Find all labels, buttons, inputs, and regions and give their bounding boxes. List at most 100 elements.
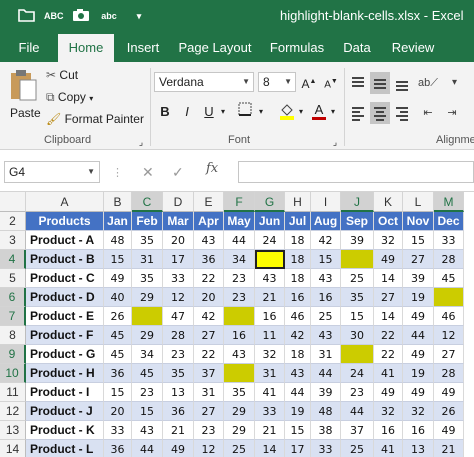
grow-font-icon[interactable]: A▲ — [300, 72, 318, 92]
row-header[interactable]: 3 — [0, 231, 26, 250]
table-header-cell[interactable]: Jun — [255, 212, 285, 231]
highlighted-blank-cell[interactable] — [341, 345, 374, 364]
fill-color-icon[interactable] — [278, 102, 296, 122]
value-cell[interactable]: 25 — [341, 269, 374, 288]
enter-icon[interactable]: ✓ — [172, 164, 184, 181]
product-name-cell[interactable]: Product - B — [26, 250, 104, 269]
value-cell[interactable]: 45 — [104, 345, 132, 364]
value-cell[interactable]: 18 — [285, 345, 311, 364]
value-cell[interactable]: 33 — [163, 269, 194, 288]
cut-button[interactable]: ✂ Cut — [46, 68, 78, 82]
folder-open-icon[interactable] — [18, 8, 36, 24]
column-header-a[interactable]: A — [26, 192, 104, 212]
value-cell[interactable]: 16 — [224, 326, 255, 345]
value-cell[interactable]: 15 — [341, 307, 374, 326]
value-cell[interactable]: 49 — [403, 307, 434, 326]
value-cell[interactable]: 27 — [194, 326, 224, 345]
value-cell[interactable]: 14 — [374, 307, 403, 326]
row-header[interactable]: 6 — [0, 288, 26, 307]
value-cell[interactable]: 15 — [403, 231, 434, 250]
row-header[interactable]: 2 — [0, 212, 26, 231]
value-cell[interactable]: 42 — [194, 307, 224, 326]
value-cell[interactable]: 15 — [104, 383, 132, 402]
value-cell[interactable]: 17 — [285, 440, 311, 457]
value-cell[interactable]: 22 — [194, 345, 224, 364]
bold-button[interactable]: B — [156, 102, 174, 122]
value-cell[interactable]: 48 — [104, 231, 132, 250]
value-cell[interactable]: 48 — [311, 402, 341, 421]
value-cell[interactable]: 26 — [434, 402, 464, 421]
value-cell[interactable]: 14 — [374, 269, 403, 288]
formula-input[interactable] — [238, 161, 474, 183]
value-cell[interactable]: 23 — [132, 383, 163, 402]
value-cell[interactable]: 35 — [132, 231, 163, 250]
value-cell[interactable]: 16 — [403, 421, 434, 440]
value-cell[interactable]: 33 — [311, 440, 341, 457]
highlighted-blank-cell[interactable] — [434, 288, 464, 307]
chevron-down-icon[interactable]: ▾ — [89, 94, 93, 103]
value-cell[interactable]: 25 — [341, 440, 374, 457]
align-top-icon[interactable] — [348, 72, 368, 94]
row-header[interactable]: 5 — [0, 269, 26, 288]
column-header-b[interactable]: B — [104, 192, 132, 212]
table-header-cell[interactable]: Feb — [132, 212, 163, 231]
value-cell[interactable]: 36 — [104, 364, 132, 383]
value-cell[interactable]: 15 — [104, 250, 132, 269]
value-cell[interactable]: 35 — [224, 383, 255, 402]
table-header-cell[interactable]: May — [224, 212, 255, 231]
value-cell[interactable]: 43 — [285, 364, 311, 383]
active-cell[interactable] — [255, 250, 285, 269]
value-cell[interactable]: 29 — [224, 402, 255, 421]
spelling-icon[interactable]: abc — [100, 8, 118, 24]
value-cell[interactable]: 35 — [341, 288, 374, 307]
align-center-icon[interactable] — [370, 102, 390, 124]
value-cell[interactable]: 21 — [434, 440, 464, 457]
row-header[interactable]: 14 — [0, 440, 26, 457]
column-header-g[interactable]: G — [255, 192, 285, 212]
value-cell[interactable]: 44 — [311, 364, 341, 383]
select-all-corner[interactable] — [0, 192, 26, 212]
orientation-icon[interactable]: ab⟋ — [418, 72, 438, 94]
value-cell[interactable]: 23 — [224, 288, 255, 307]
value-cell[interactable]: 23 — [224, 269, 255, 288]
value-cell[interactable]: 23 — [163, 345, 194, 364]
value-cell[interactable]: 12 — [163, 288, 194, 307]
table-header-cell[interactable]: Dec — [434, 212, 464, 231]
tab-review[interactable]: Review — [384, 34, 442, 62]
chevron-down-icon[interactable]: ▾ — [218, 102, 228, 122]
value-cell[interactable]: 46 — [285, 307, 311, 326]
copy-button[interactable]: ⧉ Copy ▾ — [46, 90, 93, 105]
value-cell[interactable]: 12 — [434, 326, 464, 345]
value-cell[interactable]: 49 — [374, 383, 403, 402]
increase-indent-icon[interactable]: ⇥ — [442, 102, 462, 124]
product-name-cell[interactable]: Product - D — [26, 288, 104, 307]
value-cell[interactable]: 18 — [285, 250, 311, 269]
value-cell[interactable]: 19 — [285, 402, 311, 421]
value-cell[interactable]: 16 — [255, 307, 285, 326]
value-cell[interactable]: 47 — [163, 307, 194, 326]
value-cell[interactable]: 33 — [104, 421, 132, 440]
column-header-j[interactable]: J — [341, 192, 374, 212]
worksheet-grid[interactable]: A B C D E F G H I J K L M 2 Products Jan Feb Mar Apr May Jun… — [0, 192, 474, 457]
column-header-d[interactable]: D — [163, 192, 194, 212]
value-cell[interactable]: 43 — [255, 269, 285, 288]
value-cell[interactable]: 16 — [311, 288, 341, 307]
chevron-down-icon[interactable]: ▾ — [256, 102, 266, 122]
value-cell[interactable]: 15 — [132, 402, 163, 421]
value-cell[interactable]: 44 — [341, 402, 374, 421]
value-cell[interactable]: 27 — [434, 345, 464, 364]
product-name-cell[interactable]: Product - E — [26, 307, 104, 326]
value-cell[interactable]: 16 — [285, 288, 311, 307]
dialog-launcher-icon[interactable]: ⌟ — [136, 132, 146, 152]
value-cell[interactable]: 22 — [374, 345, 403, 364]
table-header-cell[interactable]: Jan — [104, 212, 132, 231]
customize-qat-icon[interactable]: ▾ — [130, 8, 148, 24]
table-header-cell[interactable]: Nov — [403, 212, 434, 231]
value-cell[interactable]: 14 — [255, 440, 285, 457]
value-cell[interactable]: 43 — [132, 421, 163, 440]
value-cell[interactable]: 15 — [285, 421, 311, 440]
product-name-cell[interactable]: Product - H — [26, 364, 104, 383]
value-cell[interactable]: 34 — [132, 345, 163, 364]
product-name-cell[interactable]: Product - F — [26, 326, 104, 345]
value-cell[interactable]: 46 — [434, 307, 464, 326]
